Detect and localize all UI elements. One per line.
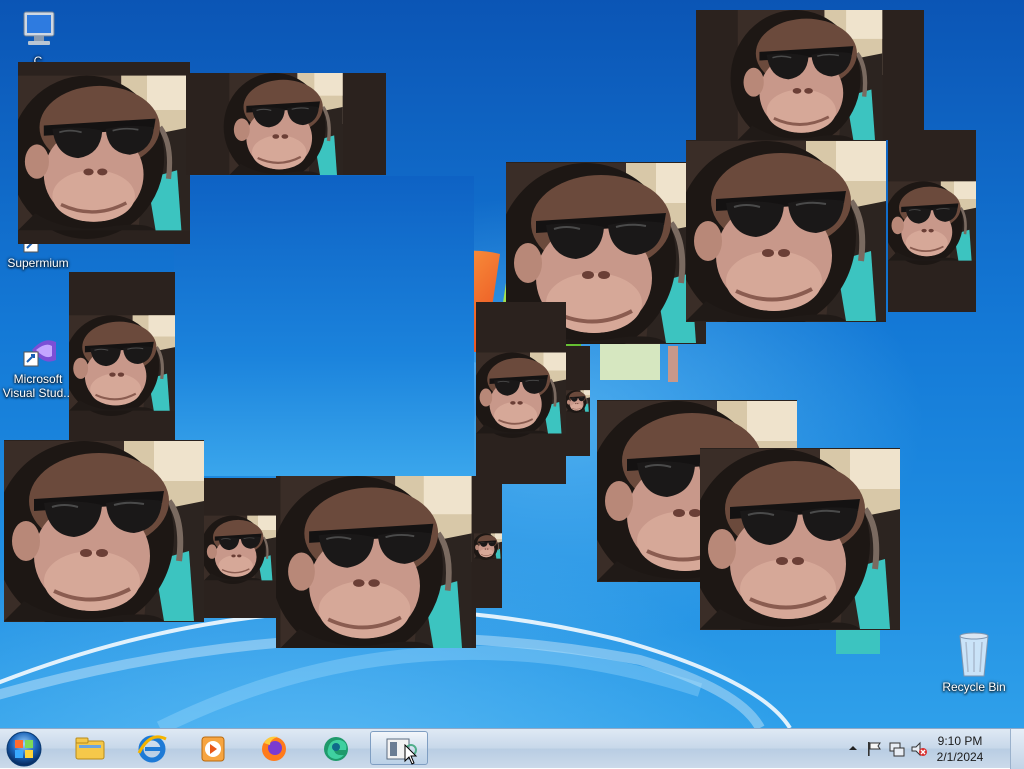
- chimp-image-tile: [186, 73, 386, 175]
- taskbar: 9:10 PM 2/1/2024: [0, 728, 1024, 769]
- chimp-image-tile: [696, 10, 924, 140]
- chimp-image-tile: [69, 272, 175, 454]
- chimp-image-tile: [276, 476, 476, 648]
- action-center-flag-icon[interactable]: [866, 740, 882, 758]
- chimp-image-tile: [686, 140, 886, 322]
- chimp-image-tile: [700, 448, 900, 630]
- show-hidden-icons-icon[interactable]: [848, 743, 858, 753]
- mouse-cursor-icon: [404, 744, 418, 765]
- chimp-image-tile: [566, 346, 590, 456]
- chimp-image-tile: [474, 484, 502, 608]
- edge-icon: [324, 737, 348, 761]
- desktop-icon-recycle-bin[interactable]: Recycle Bin: [938, 630, 1010, 694]
- computer-icon: [23, 11, 55, 45]
- taskbar-active-window[interactable]: [370, 731, 428, 765]
- taskbar-firefox[interactable]: [246, 731, 302, 765]
- taskbar-file-explorer[interactable]: [62, 731, 118, 765]
- taskbar-clock[interactable]: 9:10 PM 2/1/2024: [930, 733, 990, 765]
- desktop-icon-label: Microsoft Visual Stud...: [2, 372, 74, 400]
- internet-explorer-icon: [137, 735, 167, 763]
- start-button[interactable]: [4, 730, 44, 768]
- desktop-icon-visual-studio[interactable]: Microsoft Visual Stud...: [2, 332, 74, 400]
- clock-date: 2/1/2024: [936, 750, 984, 764]
- taskbar-media-player[interactable]: [184, 731, 240, 765]
- chimp-image-fragment: [836, 630, 880, 654]
- media-player-icon: [201, 736, 225, 762]
- chimp-image-tile: [4, 440, 204, 622]
- glitched-window-area: [174, 176, 474, 476]
- visual-studio-icon: [23, 340, 56, 367]
- desktop[interactable]: C Supermium Microsoft Visual Stud... Rec…: [0, 0, 1024, 728]
- clock-time: 9:10 PM: [937, 734, 983, 748]
- file-explorer-icon: [75, 737, 105, 760]
- recycle-bin-icon: [959, 632, 989, 677]
- show-desktop-button[interactable]: [1010, 729, 1024, 769]
- network-icon[interactable]: [888, 740, 906, 758]
- volume-muted-icon[interactable]: [910, 740, 928, 758]
- chimp-image-tile: [476, 302, 566, 484]
- chimp-image-tile: [888, 130, 976, 312]
- chimp-image-fragment: [600, 344, 660, 380]
- system-tray: 9:10 PM 2/1/2024: [834, 729, 1024, 769]
- taskbar-edge[interactable]: [308, 731, 364, 765]
- taskbar-internet-explorer[interactable]: [124, 731, 180, 765]
- desktop-icon-label: Recycle Bin: [942, 680, 1006, 694]
- desktop-icon-label: Supermium: [7, 256, 69, 270]
- desktop-icon-computer[interactable]: C: [2, 8, 74, 68]
- chimp-image-tile: [18, 62, 190, 244]
- firefox-icon: [262, 736, 286, 761]
- chimp-image-tile: [204, 478, 276, 618]
- chimp-image-fragment: [668, 346, 678, 382]
